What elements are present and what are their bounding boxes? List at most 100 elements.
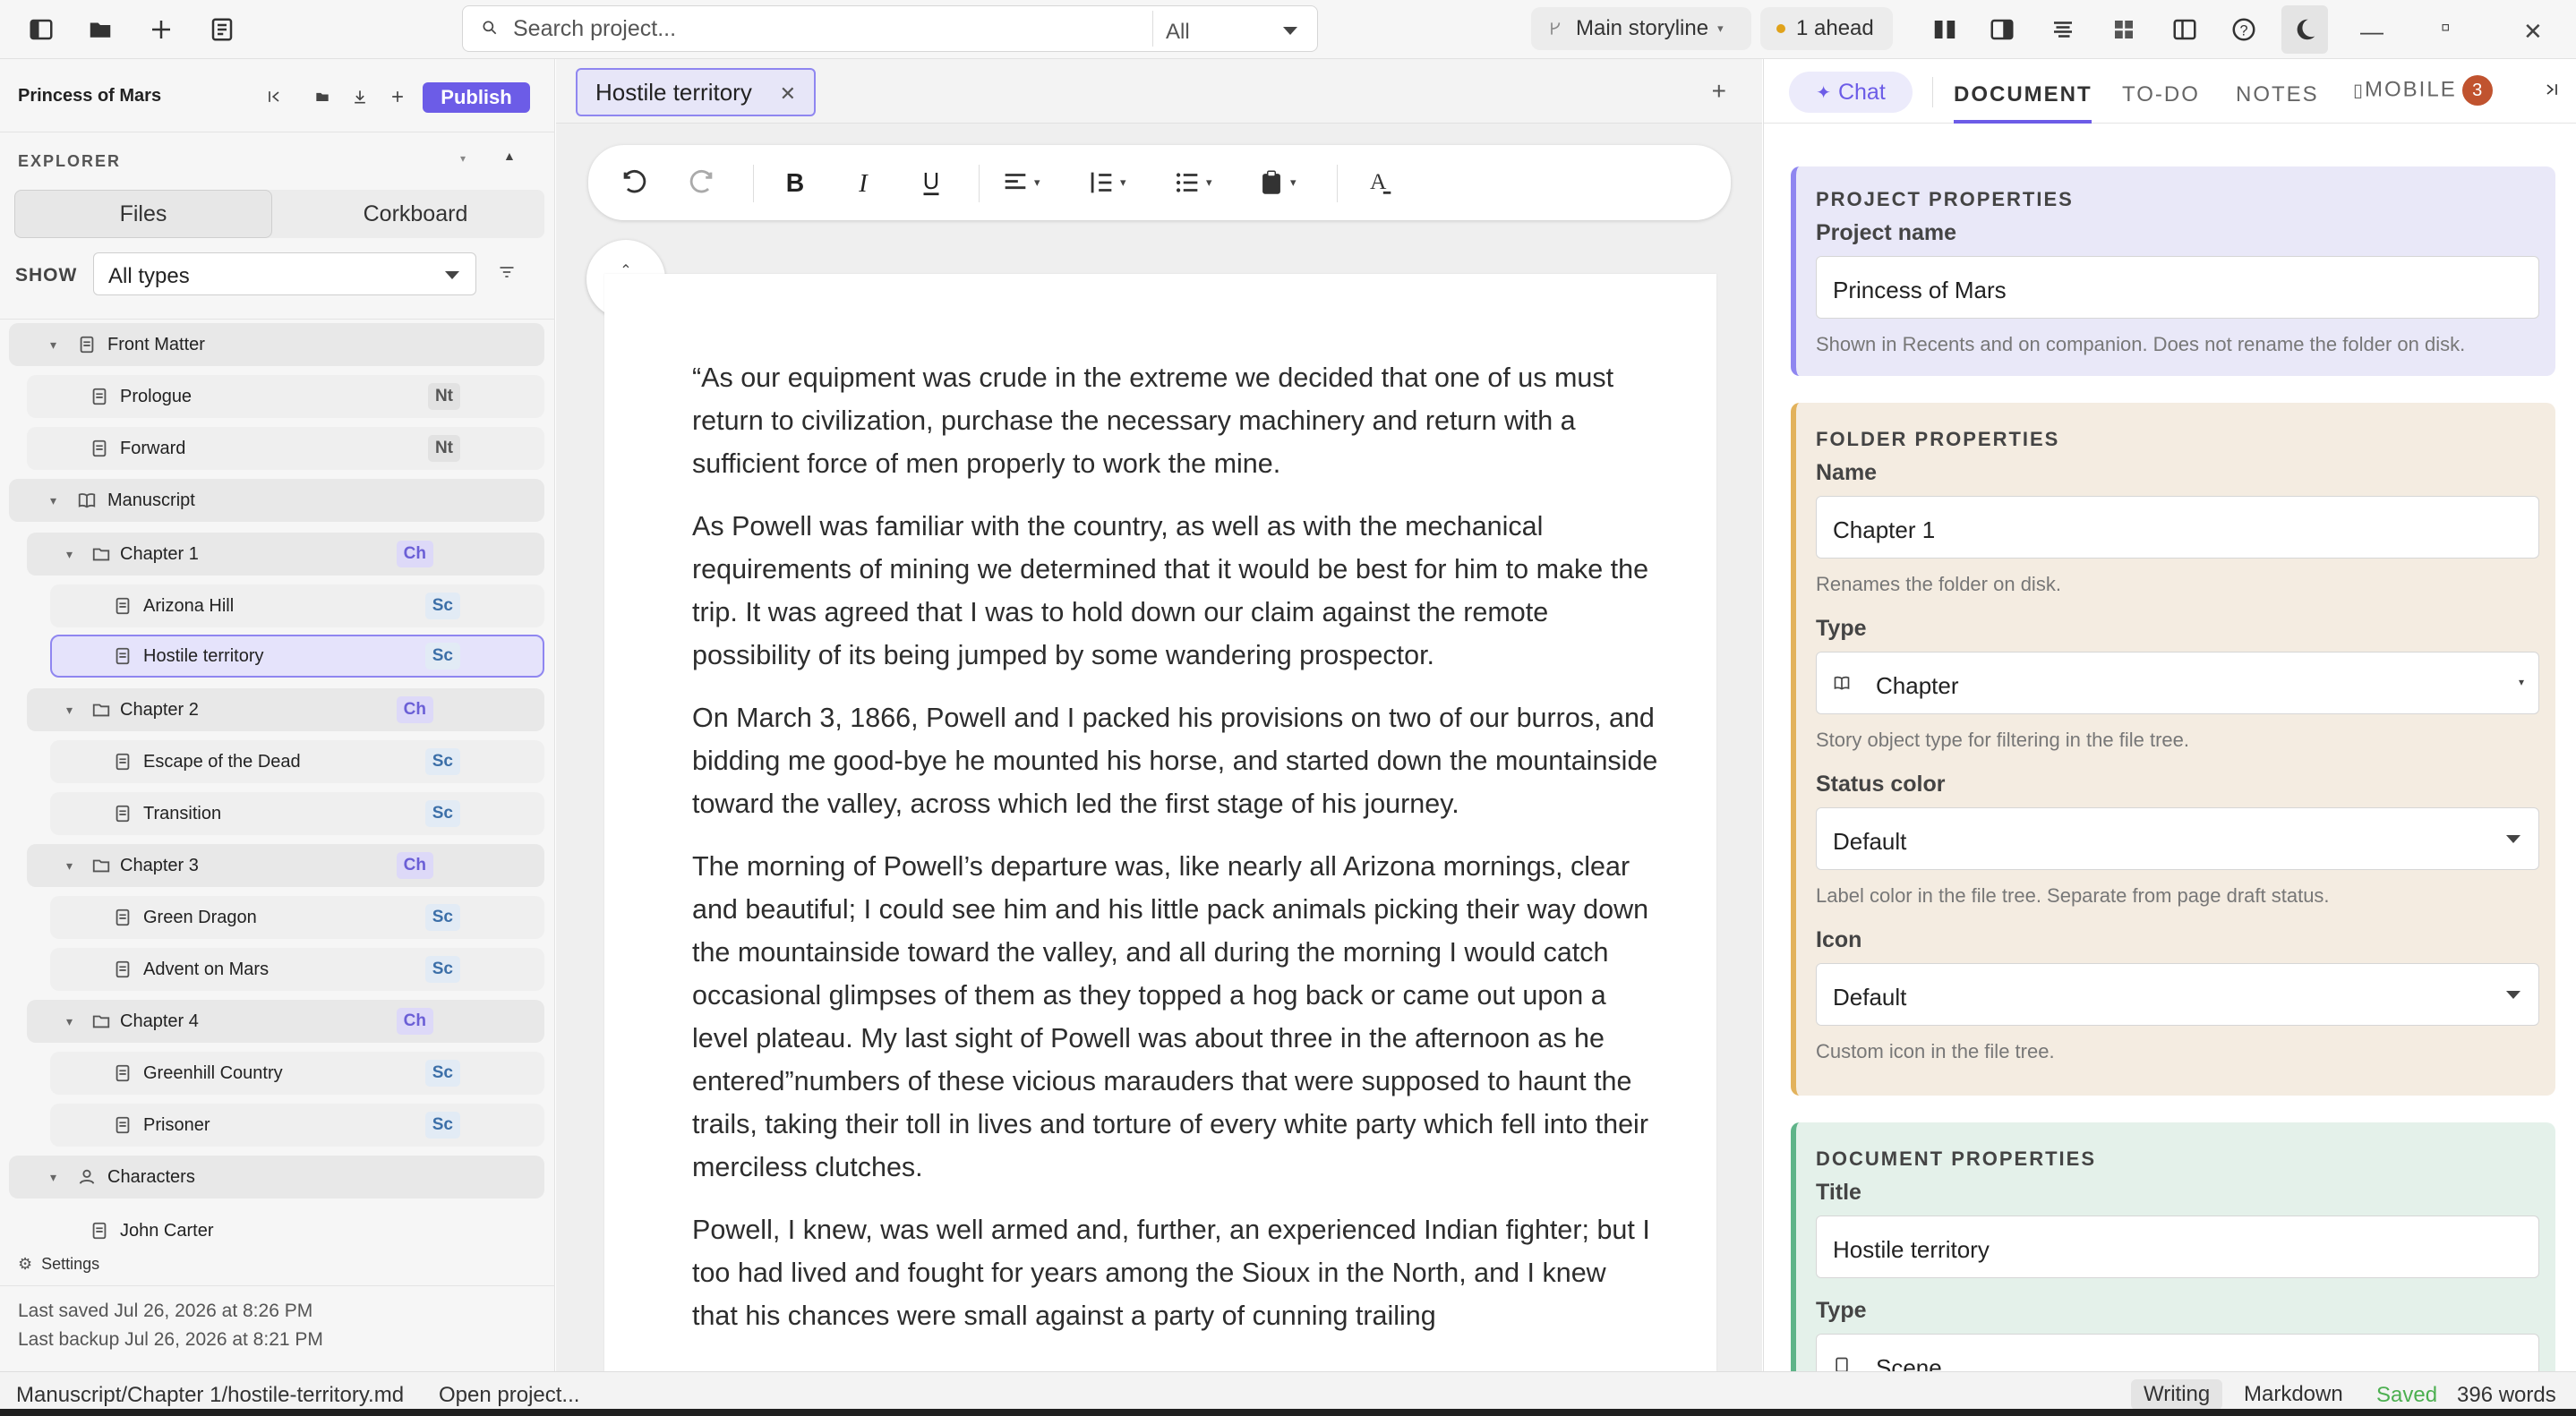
new-icon[interactable] [143, 12, 179, 47]
tree-item-escape-of-the-dead[interactable]: Escape of the Dead Sc [50, 740, 544, 783]
paragraph[interactable]: Powell, I knew, was well armed and, furt… [692, 1208, 1659, 1337]
add-icon[interactable] [385, 84, 410, 109]
book-icon [1834, 676, 1850, 690]
collapse-left-icon[interactable] [261, 84, 287, 109]
download-icon[interactable] [347, 84, 372, 109]
tree-item-forward[interactable]: Forward Nt [27, 427, 544, 470]
dark-mode-icon[interactable] [2281, 5, 2328, 54]
tree-item-transition[interactable]: Transition Sc [50, 792, 544, 835]
tab-to-do[interactable]: TO-DO [2122, 82, 2200, 107]
mode-markdown[interactable]: Markdown [2231, 1379, 2356, 1410]
project-properties-card: PROJECT PROPERTIES Project name Princess… [1791, 166, 2555, 376]
document-page[interactable]: “As our equipment was crude in the extre… [604, 274, 1716, 1371]
tree-item-front-matter[interactable]: ▾ Front Matter [9, 323, 544, 366]
tree-item-prologue[interactable]: Prologue Nt [27, 375, 544, 418]
icon-select[interactable]: Default [1816, 963, 2539, 1026]
type-badge: Sc [424, 956, 460, 983]
paragraph[interactable]: The morning of Powell’s departure was, l… [692, 845, 1659, 1189]
type-filter-select[interactable]: All types [93, 252, 476, 295]
tree-item-chapter-4[interactable]: ▾ Chapter 4 Ch [27, 1000, 544, 1043]
tab-notes[interactable]: NOTES [2236, 82, 2319, 107]
tree-item-green-dragon[interactable]: Green Dragon Sc [50, 896, 544, 939]
document-list-icon[interactable] [204, 12, 240, 47]
tree-item-greenhill-country[interactable]: Greenhill Country Sc [50, 1052, 544, 1095]
search-icon [483, 21, 497, 35]
two-column-layout-icon[interactable] [1927, 12, 1963, 47]
italic-icon[interactable]: I [848, 166, 878, 199]
folder-icon [92, 1015, 110, 1028]
tab-corkboard[interactable]: Corkboard [287, 190, 544, 238]
publish-button[interactable]: Publish [423, 82, 530, 113]
search-scope-select[interactable]: All [1152, 11, 1314, 47]
document-body[interactable]: “As our equipment was crude in the extre… [692, 356, 1659, 1357]
window-bottom-edge [0, 1409, 2576, 1416]
tab-hostile-territory[interactable]: Hostile territory ✕ [576, 68, 816, 116]
paragraph[interactable]: On March 3, 1866, Powell and I packed hi… [692, 696, 1659, 825]
tree-item-chapter-3[interactable]: ▾ Chapter 3 Ch [27, 844, 544, 887]
chat-button[interactable]: ✦ Chat [1789, 72, 1913, 113]
add-tab-icon[interactable]: + [1712, 77, 1726, 106]
tree-item-chapter-1[interactable]: ▾ Chapter 1 Ch [27, 533, 544, 576]
sync-status[interactable]: 1 ahead [1760, 7, 1893, 50]
tree-item-characters[interactable]: ▾ Characters [9, 1156, 544, 1198]
folder-name-field[interactable]: Chapter 1 [1816, 496, 2539, 559]
document-type-select[interactable]: Scene [1816, 1334, 2539, 1371]
outline-icon[interactable] [2045, 12, 2081, 47]
redo-icon[interactable] [687, 166, 717, 199]
clipboard-icon[interactable]: ▾ [1256, 166, 1297, 199]
paragraph[interactable]: As Powell was familiar with the country,… [692, 505, 1659, 677]
help-icon[interactable]: ? [2226, 12, 2262, 47]
chevron-down-icon[interactable]: ▾ [460, 152, 466, 165]
line-spacing-icon[interactable]: ▾ [1086, 166, 1126, 199]
project-title: Princess of Mars [18, 86, 162, 106]
align-icon[interactable]: ▾ [1000, 166, 1040, 199]
open-project-link[interactable]: Open project... [439, 1383, 579, 1408]
collapse-panel-icon[interactable] [2543, 81, 2561, 98]
filter-icon[interactable] [498, 263, 516, 281]
tab-document[interactable]: DOCUMENT [1954, 82, 2092, 107]
bold-icon[interactable]: B [780, 166, 810, 199]
mode-writing[interactable]: Writing [2131, 1379, 2223, 1410]
chevron-down-icon: ▾ [50, 492, 57, 508]
tree-item-advent-on-mars[interactable]: Advent on Mars Sc [50, 948, 544, 991]
maximize-icon[interactable]: ▫ [2441, 13, 2451, 43]
split-view-icon[interactable] [2167, 12, 2203, 47]
tree-item-john-carter[interactable]: John Carter [27, 1209, 544, 1241]
toggle-sidebar-icon[interactable] [23, 12, 59, 47]
project-name-field[interactable]: Princess of Mars [1816, 256, 2539, 319]
tree-item-prisoner[interactable]: Prisoner Sc [50, 1104, 544, 1147]
tree-item-manuscript[interactable]: ▾ Manuscript [9, 479, 544, 522]
tab-mobile[interactable]: ▯MOBILE 3 [2353, 75, 2493, 106]
close-icon[interactable]: ✕ [2523, 18, 2543, 46]
undo-icon[interactable] [619, 166, 649, 199]
paragraph[interactable]: “As our equipment was crude in the extre… [692, 356, 1659, 485]
folder-type-select[interactable]: Chapter ▾ [1816, 652, 2539, 714]
folder-icon[interactable] [82, 12, 118, 47]
chevron-down-icon: ▾ [66, 857, 73, 873]
search-input[interactable] [513, 13, 1086, 44]
tree-item-label: Characters [107, 1166, 195, 1187]
document-title-field[interactable]: Hostile territory [1816, 1216, 2539, 1278]
folder-icon[interactable] [310, 84, 335, 109]
tree-item-chapter-2[interactable]: ▾ Chapter 2 Ch [27, 688, 544, 731]
chevron-up-icon[interactable]: ▲ [503, 149, 516, 163]
storyline-select[interactable]: Main storyline ▾ [1531, 7, 1751, 50]
settings-link[interactable]: ⚙ Settings [18, 1255, 99, 1274]
chat-label: Chat [1837, 79, 1886, 105]
tree-item-hostile-territory[interactable]: Hostile territory Sc [50, 635, 544, 678]
list-icon[interactable]: ▾ [1172, 166, 1212, 199]
minimize-icon[interactable]: — [2360, 18, 2383, 46]
close-tab-icon[interactable]: ✕ [780, 82, 796, 106]
ahead-label: 1 ahead [1796, 16, 1874, 40]
grid-icon[interactable] [2106, 12, 2142, 47]
underline-icon[interactable]: U [916, 166, 946, 199]
last-backup-text: Last backup Jul 26, 2026 at 8:21 PM [18, 1329, 323, 1350]
tree-item-arizona-hill[interactable]: Arizona Hill Sc [50, 584, 544, 627]
right-panel-icon[interactable] [1984, 12, 2020, 47]
search-box[interactable]: All [462, 5, 1318, 52]
tab-files[interactable]: Files [14, 190, 272, 238]
document-icon [116, 597, 130, 615]
clear-formatting-icon[interactable]: A [1365, 166, 1396, 199]
status-color-select[interactable]: Default [1816, 807, 2539, 870]
saved-status: Saved [2376, 1383, 2438, 1407]
